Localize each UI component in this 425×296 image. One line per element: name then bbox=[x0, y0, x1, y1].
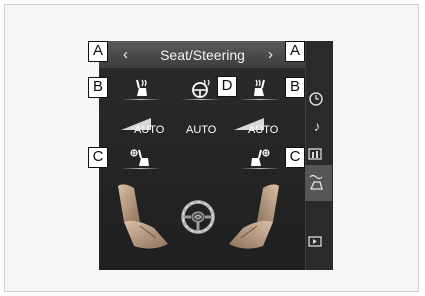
heater-left-underline bbox=[121, 99, 161, 100]
screen-title: Seat/Steering bbox=[160, 47, 245, 63]
passenger-seat-image bbox=[229, 184, 279, 249]
auto-left-label[interactable]: AUTO bbox=[134, 124, 164, 137]
screen-icon[interactable] bbox=[308, 236, 322, 247]
grid-icon[interactable] bbox=[308, 148, 322, 160]
driver-seat-image bbox=[118, 184, 168, 249]
callout-b-left: B bbox=[88, 77, 108, 98]
callout-a-left: A bbox=[88, 41, 108, 62]
auto-right-label[interactable]: AUTO bbox=[248, 124, 278, 137]
callout-c-right: C bbox=[285, 147, 305, 168]
vent-left-underline bbox=[121, 168, 161, 169]
steering-wheel-image bbox=[181, 200, 215, 234]
auto-center-label[interactable]: AUTO bbox=[186, 124, 216, 137]
next-arrow-button[interactable]: › bbox=[268, 47, 273, 63]
seat-vent-right-button[interactable] bbox=[248, 147, 270, 167]
seat-vent-left-button[interactable] bbox=[130, 147, 152, 167]
callout-d: D bbox=[217, 76, 237, 97]
seat-climate-icon[interactable] bbox=[308, 173, 324, 191]
seat-heater-left-button[interactable] bbox=[131, 78, 151, 98]
steering-heater-button[interactable] bbox=[190, 79, 212, 98]
vent-right-underline bbox=[240, 168, 280, 169]
heater-right-underline bbox=[240, 99, 280, 100]
callout-a-right: A bbox=[285, 41, 305, 62]
clock-icon[interactable] bbox=[309, 92, 323, 106]
music-icon[interactable]: ♪ bbox=[307, 118, 327, 134]
callout-c-left: C bbox=[88, 147, 108, 168]
steering-underline bbox=[181, 99, 221, 100]
callout-b-right: B bbox=[285, 77, 305, 98]
seat-heater-right-button[interactable] bbox=[250, 78, 270, 98]
